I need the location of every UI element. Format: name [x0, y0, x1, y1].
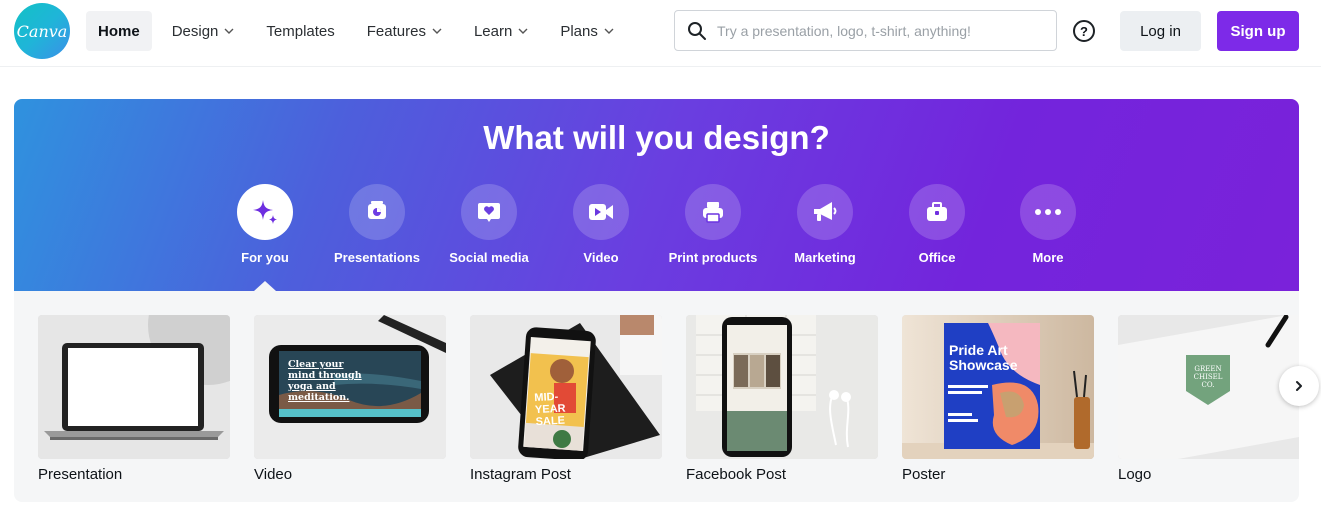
search-input[interactable]: [717, 22, 1037, 39]
header-divider: [0, 66, 1321, 67]
hero-title: What will you design?: [483, 119, 830, 156]
login-button[interactable]: Log in: [1120, 11, 1201, 51]
chevron-right-icon: [1296, 381, 1302, 391]
nav-design[interactable]: Design: [160, 11, 247, 51]
carousel-next-button[interactable]: [1279, 366, 1319, 406]
category-label: More: [1032, 250, 1064, 265]
nav-plans[interactable]: Plans: [548, 11, 626, 51]
category-more[interactable]: More: [993, 184, 1103, 265]
category-label: Print products: [668, 250, 758, 265]
video-camera-icon: [573, 184, 629, 240]
hero-banner: What will you design? For you Presentati…: [14, 99, 1299, 291]
logo-thumbnail: GREEN CHISEL CO.: [1118, 315, 1299, 459]
active-category-indicator: [254, 281, 276, 291]
category-label: Office: [918, 250, 956, 265]
nav-templates-label: Templates: [266, 22, 335, 40]
sparkle-icon: [237, 184, 293, 240]
card-label: Facebook Post: [686, 466, 787, 483]
video-thumbnail: Clear your mind through yoga and meditat…: [254, 315, 446, 459]
printer-icon: [685, 184, 741, 240]
card-label: Presentation: [38, 466, 123, 483]
presentation-thumbnail: [38, 315, 230, 459]
heart-chat-icon: [461, 184, 517, 240]
category-label: Social media: [449, 250, 529, 265]
design-card-presentation[interactable]: Presentation: [38, 315, 230, 483]
category-video[interactable]: Video: [546, 184, 656, 265]
nav-home[interactable]: Home: [86, 11, 152, 51]
card-label: Poster: [902, 466, 946, 483]
nav-features-label: Features: [366, 22, 426, 40]
chevron-down-icon: [224, 28, 234, 34]
main-nav: Home Design Templates Features Learn Pla…: [86, 11, 634, 51]
instagram-thumb-text: MID-YEAR SALE: [534, 390, 566, 429]
chevron-down-icon: [432, 28, 442, 34]
search-icon: [688, 21, 706, 40]
nav-design-label: Design: [171, 22, 219, 40]
poster-thumbnail: Pride Art Showcase: [902, 315, 1094, 459]
category-for-you[interactable]: For you: [210, 184, 320, 265]
search-box[interactable]: [674, 10, 1057, 51]
category-presentations[interactable]: Presentations: [322, 184, 432, 265]
logo-text: Canva: [16, 21, 68, 41]
top-header: Canva Home Design Templates Features Lea…: [0, 0, 1321, 62]
nav-templates[interactable]: Templates: [254, 11, 346, 51]
category-label: For you: [241, 250, 289, 265]
signup-button[interactable]: Sign up: [1217, 11, 1299, 51]
nav-home-label: Home: [98, 22, 140, 40]
design-card-logo[interactable]: GREEN CHISEL CO. Logo: [1118, 315, 1299, 483]
category-print-products[interactable]: Print products: [658, 184, 768, 265]
megaphone-icon: [797, 184, 853, 240]
design-card-facebook-post[interactable]: Facebook Post: [686, 315, 878, 483]
poster-thumb-text: Pride Art Showcase: [949, 342, 1018, 373]
card-label: Video: [254, 466, 293, 483]
instagram-post-thumbnail: MID-YEAR SALE: [470, 315, 662, 459]
design-card-instagram-post[interactable]: MID-YEAR SALE Instagram Post: [470, 315, 662, 483]
category-label: Marketing: [794, 250, 856, 265]
canva-logo[interactable]: Canva: [14, 3, 70, 59]
category-office[interactable]: Office: [882, 184, 992, 265]
nav-features[interactable]: Features: [355, 11, 454, 51]
category-label: Presentations: [334, 250, 420, 265]
facebook-post-thumbnail: [686, 315, 878, 459]
nav-learn[interactable]: Learn: [462, 11, 540, 51]
category-social-media[interactable]: Social media: [434, 184, 544, 265]
more-dots-icon: [1020, 184, 1076, 240]
video-thumb-text: Clear your mind through yoga and meditat…: [288, 359, 362, 403]
chevron-down-icon: [518, 28, 528, 34]
question-circle-icon[interactable]: ?: [1073, 20, 1095, 42]
card-label: Instagram Post: [470, 466, 571, 483]
category-label: Video: [583, 250, 619, 265]
nav-learn-label: Learn: [473, 22, 513, 40]
design-type-carousel: Presentation Clear your mind through yog…: [14, 291, 1299, 502]
chevron-down-icon: [604, 28, 614, 34]
design-card-video[interactable]: Clear your mind through yoga and meditat…: [254, 315, 446, 483]
card-label: Logo: [1118, 466, 1152, 483]
nav-plans-label: Plans: [560, 22, 598, 40]
presentation-icon: [349, 184, 405, 240]
logo-thumb-text: GREEN CHISEL CO.: [1193, 365, 1223, 389]
design-card-poster[interactable]: Pride Art Showcase Poster: [902, 315, 1094, 483]
briefcase-icon: [909, 184, 965, 240]
category-marketing[interactable]: Marketing: [770, 184, 880, 265]
